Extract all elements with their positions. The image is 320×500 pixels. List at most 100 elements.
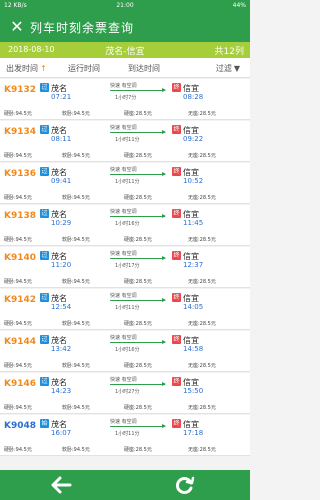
soft-sleeper-price: 软卧:94.5元 xyxy=(62,153,90,159)
end-station-badge: 终 xyxy=(172,251,181,260)
train-row[interactable]: K9142 过茂名 12:54 快速 有空调 1小时11分终信宜 14:05 硬卧:94.5… xyxy=(0,289,250,330)
status-bar: 12 KB/s 21:00 44% xyxy=(0,0,250,12)
train-row[interactable]: K9138 过茂名 10:29 快速 有空调 1小时16分终信宜 11:45 硬卧:94.5… xyxy=(0,205,250,246)
battery-level: 44% xyxy=(232,2,246,9)
sort-arrive-label: 到达时间 xyxy=(128,64,160,73)
sort-by-run-time-button[interactable]: 运行时间 xyxy=(68,63,100,74)
travel-duration: 1小时11分 xyxy=(115,137,140,143)
hard-sleeper-price: 硬卧:94.5元 xyxy=(4,321,32,327)
travel-duration: 1小时11分 xyxy=(115,179,140,185)
end-station-badge: 终 xyxy=(172,167,181,176)
arrival-time: 11:45 xyxy=(183,219,204,227)
end-station-badge: 终 xyxy=(172,209,181,218)
sort-bar: 出发时间 ↑ 运行时间 到达时间 过滤 ▼ xyxy=(0,58,250,78)
route-arrow xyxy=(110,340,166,344)
train-type: 快速 有空调 xyxy=(110,419,137,425)
hard-sleeper-price: 硬卧:94.5元 xyxy=(4,111,32,117)
soft-sleeper-price: 软卧:94.5元 xyxy=(62,321,90,327)
end-station-badge: 终 xyxy=(172,377,181,386)
train-number: K9144 xyxy=(4,337,37,347)
soft-sleeper-price: 软卧:94.5元 xyxy=(62,237,90,243)
bottom-toolbar xyxy=(0,470,250,500)
start-station-badge: 过 xyxy=(40,209,49,218)
departure-time: 13:42 xyxy=(51,345,72,353)
train-number: K9142 xyxy=(4,295,37,305)
train-number: K9138 xyxy=(4,211,37,221)
standing-price: 无座:28.5元 xyxy=(188,279,216,285)
standing-price: 无座:28.5元 xyxy=(188,111,216,117)
arrival-time: 14:05 xyxy=(183,303,204,311)
hard-sleeper-price: 硬卧:94.5元 xyxy=(4,279,32,285)
hard-seat-price: 硬座:28.5元 xyxy=(124,111,152,117)
departure-time: 07:21 xyxy=(51,93,72,101)
arrival-time: 17:18 xyxy=(183,429,204,437)
departure-time: 16:07 xyxy=(51,429,72,437)
sort-run-label: 运行时间 xyxy=(68,64,100,73)
hard-sleeper-price: 硬卧:94.5元 xyxy=(4,195,32,201)
train-row[interactable]: K9140 过茂名 11:20 快速 有空调 1小时17分终信宜 12:37 硬卧:94.5… xyxy=(0,247,250,288)
hard-seat-price: 硬座:28.5元 xyxy=(124,237,152,243)
soft-sleeper-price: 软卧:94.5元 xyxy=(62,111,90,117)
start-station-badge: 过 xyxy=(40,377,49,386)
end-station-badge: 终 xyxy=(172,293,181,302)
arrival-time: 08:28 xyxy=(183,93,204,101)
soft-sleeper-price: 软卧:94.5元 xyxy=(62,279,90,285)
train-number: K9048 xyxy=(4,421,37,431)
start-station-badge: 过 xyxy=(40,251,49,260)
hard-seat-price: 硬座:28.5元 xyxy=(124,195,152,201)
refresh-icon[interactable] xyxy=(175,475,195,495)
route-arrow xyxy=(110,88,166,92)
arrival-time: 12:37 xyxy=(183,261,204,269)
filter-button[interactable]: 过滤 ▼ xyxy=(216,63,240,74)
route-arrow xyxy=(110,214,166,218)
standing-price: 无座:28.5元 xyxy=(188,447,216,453)
train-row[interactable]: K9144 过茂名 13:42 快速 有空调 1小时16分终信宜 14:58 硬卧:94.5… xyxy=(0,331,250,372)
title-bar: ✕ 列车时刻余票查询 xyxy=(0,12,250,42)
clock: 21:00 xyxy=(116,2,134,9)
train-row[interactable]: K9134 过茂名 08:11 快速 有空调 1小时11分终信宜 09:22 硬卧:94.5… xyxy=(0,121,250,162)
soft-sleeper-price: 软卧:94.5元 xyxy=(62,363,90,369)
train-row[interactable]: K9132 过茂名 07:21 快速 有空调 1小时7分终信宜 08:28 硬卧:94.5元… xyxy=(0,79,250,120)
departure-time: 08:11 xyxy=(51,135,72,143)
travel-duration: 1小时11分 xyxy=(115,305,140,311)
start-station-badge: 过 xyxy=(40,293,49,302)
train-type: 快速 有空调 xyxy=(110,125,137,131)
soft-sleeper-price: 软卧:94.5元 xyxy=(62,195,90,201)
train-row[interactable]: K9146 过茂名 14:23 快速 有空调 1小时27分终信宜 15:50 硬卧:94.5… xyxy=(0,373,250,414)
close-icon[interactable]: ✕ xyxy=(8,18,26,36)
standing-price: 无座:28.5元 xyxy=(188,153,216,159)
start-station-badge: 过 xyxy=(40,167,49,176)
train-type: 快速 有空调 xyxy=(110,209,137,215)
standing-price: 无座:28.5元 xyxy=(188,405,216,411)
departure-time: 12:54 xyxy=(51,303,72,311)
hard-seat-price: 硬座:28.5元 xyxy=(124,279,152,285)
end-station-badge: 终 xyxy=(172,419,181,428)
soft-sleeper-price: 软卧:94.5元 xyxy=(62,447,90,453)
train-row[interactable]: K9136 过茂名 09:41 快速 有空调 1小时11分终信宜 10:52 硬卧:94.5… xyxy=(0,163,250,204)
travel-duration: 1小时17分 xyxy=(115,263,140,269)
arrival-time: 14:58 xyxy=(183,345,204,353)
route-arrow xyxy=(110,424,166,428)
hard-sleeper-price: 硬卧:94.5元 xyxy=(4,447,32,453)
hard-seat-price: 硬座:28.5元 xyxy=(124,405,152,411)
end-station-badge: 终 xyxy=(172,125,181,134)
sort-by-depart-button[interactable]: 出发时间 ↑ xyxy=(6,63,47,74)
start-station-badge: 始 xyxy=(40,419,49,428)
train-list: K9132 过茂名 07:21 快速 有空调 1小时7分终信宜 08:28 硬卧:94.5元… xyxy=(0,79,250,470)
standing-price: 无座:28.5元 xyxy=(188,237,216,243)
train-number: K9140 xyxy=(4,253,37,263)
travel-duration: 1小时27分 xyxy=(115,389,140,395)
back-arrow-icon[interactable] xyxy=(50,475,72,495)
arrival-time: 10:52 xyxy=(183,177,204,185)
departure-time: 10:29 xyxy=(51,219,72,227)
start-station-badge: 过 xyxy=(40,83,49,92)
hard-sleeper-price: 硬卧:94.5元 xyxy=(4,405,32,411)
train-row[interactable]: K9048 始茂名 16:07 快速 有空调 1小时11分终信宜 17:18 硬卧:94.5… xyxy=(0,415,250,456)
sort-by-arrive-button[interactable]: 到达时间 xyxy=(128,63,160,74)
route-arrow xyxy=(110,298,166,302)
soft-sleeper-price: 软卧:94.5元 xyxy=(62,405,90,411)
travel-duration: 1小时11分 xyxy=(115,431,140,437)
sort-arrow-icon: ↑ xyxy=(40,64,47,73)
train-number: K9134 xyxy=(4,127,37,137)
train-type: 快速 有空调 xyxy=(110,167,137,173)
